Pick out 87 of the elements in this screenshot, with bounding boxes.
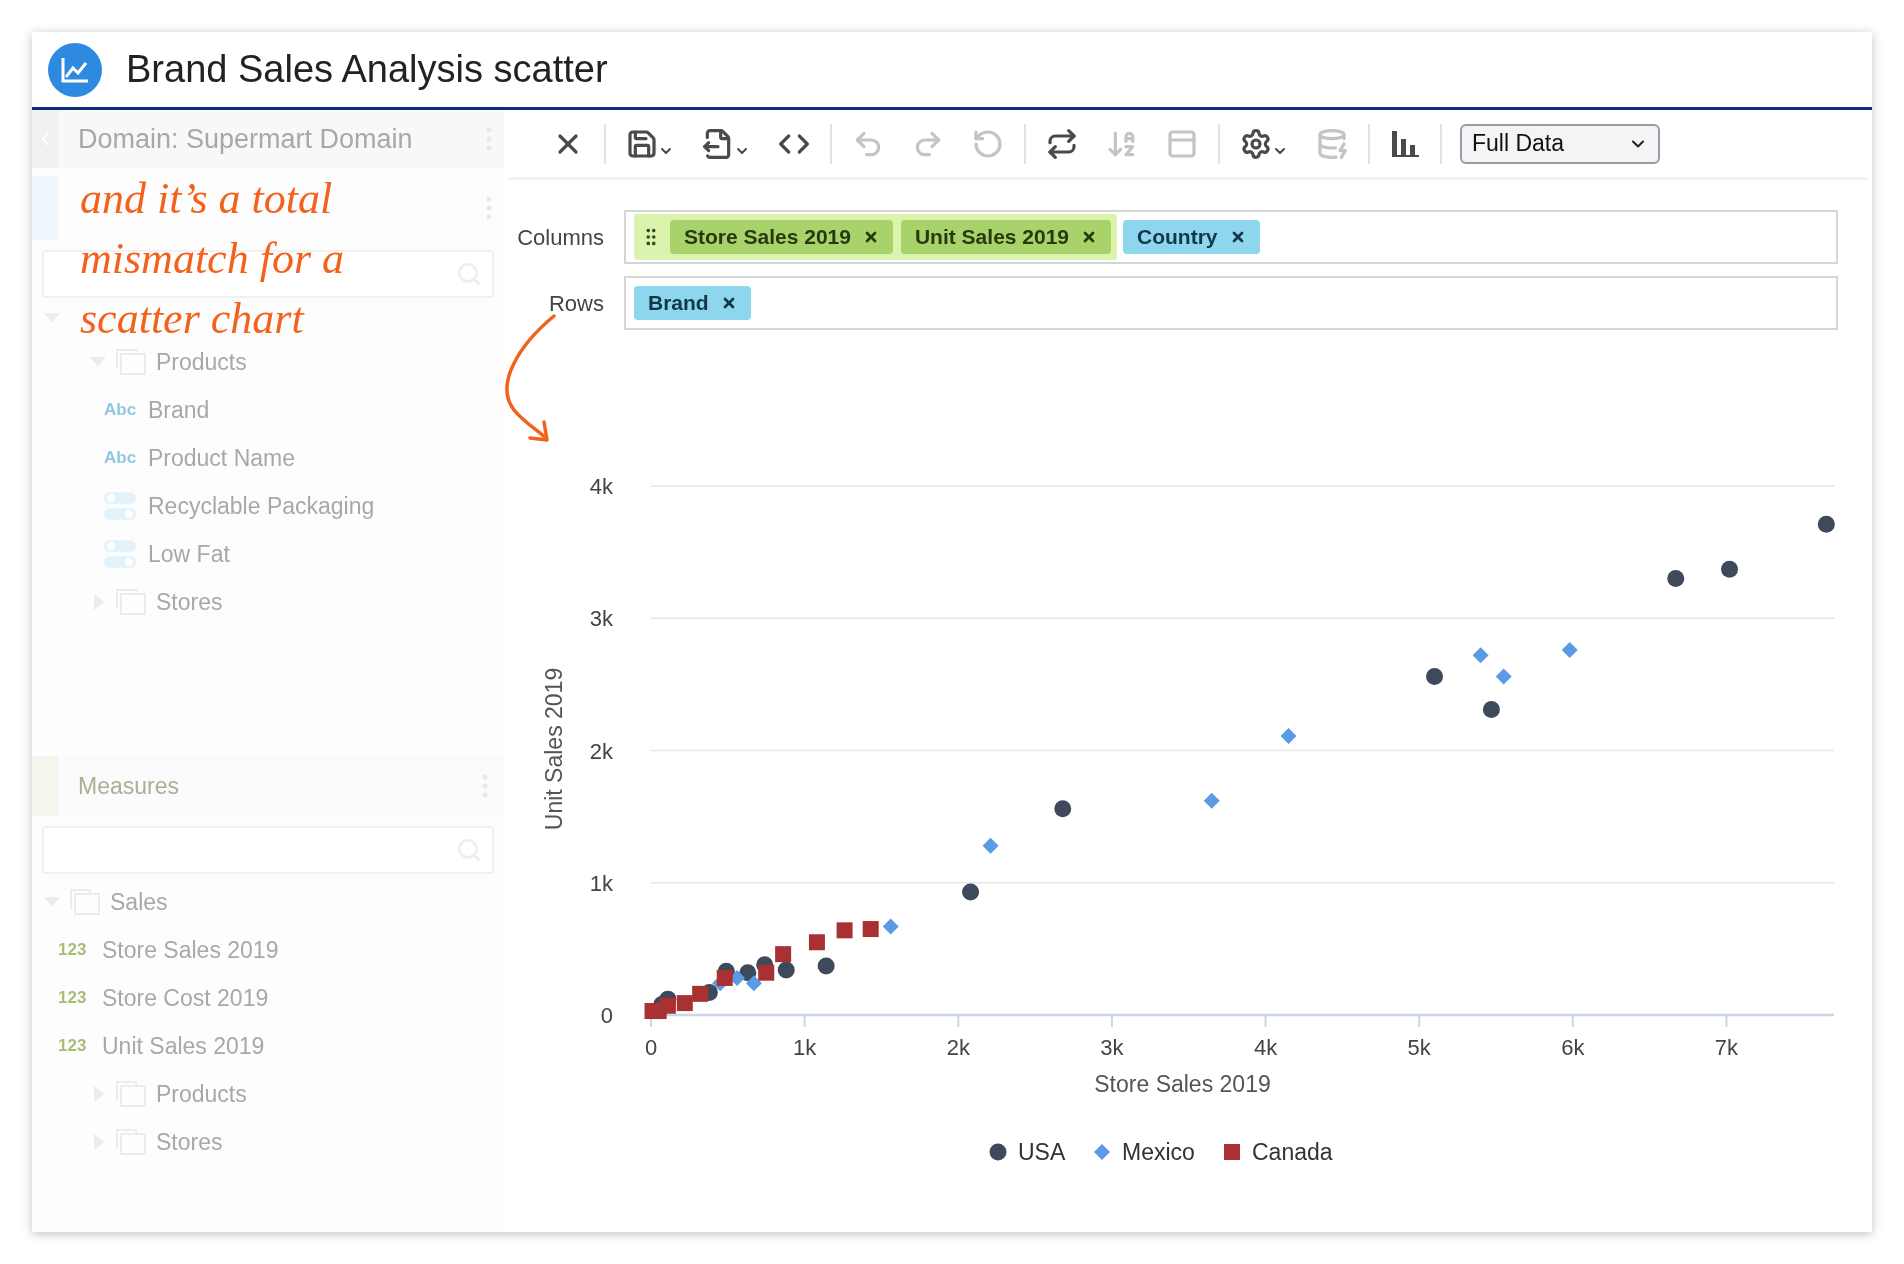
- tree-item[interactable]: Product Name: [148, 440, 295, 476]
- data-point: [692, 985, 709, 1002]
- x-tick-label: 2k: [946, 1035, 970, 1060]
- y-tick-label: 0: [600, 1003, 613, 1028]
- tree-item[interactable]: Store Cost 2019: [102, 980, 269, 1016]
- section-title: Measures: [78, 771, 180, 801]
- x-tick-label: 7k: [1714, 1035, 1739, 1060]
- type-label: 123: [58, 939, 88, 962]
- data-point: [777, 961, 795, 979]
- legend-label[interactable]: Canada: [1252, 1139, 1333, 1165]
- annotation-text: and it’s a total: [80, 176, 334, 222]
- field-chip[interactable]: Brand: [634, 286, 751, 320]
- tree-item[interactable]: Products: [156, 344, 247, 380]
- data-point: [1426, 667, 1444, 685]
- tree-item[interactable]: Stores: [156, 1124, 223, 1160]
- tree-item[interactable]: Recyclable Packaging: [148, 488, 375, 524]
- tree-item[interactable]: Products: [156, 1076, 247, 1112]
- data-point: [1667, 570, 1685, 588]
- y-tick-label: 3k: [589, 606, 613, 632]
- type-label: 123: [58, 1035, 88, 1058]
- data-point: [1472, 647, 1489, 664]
- type-label: 123: [58, 987, 88, 1010]
- data-point: [1561, 642, 1578, 658]
- shelf-drop-zone[interactable]: Brand: [624, 276, 1838, 330]
- shelf-drop-zone[interactable]: Store Sales 2019 Unit Sales 2019 Country: [624, 210, 1838, 264]
- data-point: [817, 957, 835, 975]
- data-point: [1482, 701, 1500, 718]
- field-chip[interactable]: Country: [1123, 220, 1260, 254]
- reset-icon: [972, 127, 1004, 160]
- line-chart-logo-icon: [48, 42, 102, 97]
- data-point: [1280, 727, 1297, 744]
- tree-item[interactable]: Low Fat: [148, 536, 230, 572]
- data-point: [962, 883, 980, 901]
- annotation-text: scatter chart: [80, 296, 306, 342]
- bar-chart-icon: [1390, 128, 1420, 159]
- x-axis-title: Store Sales 2019: [1094, 1071, 1271, 1097]
- tree-item[interactable]: Store Sales 2019: [102, 932, 279, 968]
- data-point: [676, 995, 693, 1012]
- data-point: [1495, 668, 1512, 685]
- tree-item[interactable]: Stores: [156, 584, 223, 620]
- toggle-icon: [104, 539, 136, 569]
- x-tick-label: 0: [644, 1035, 658, 1060]
- data-point: [982, 837, 999, 854]
- settings-icon: [1240, 127, 1272, 160]
- database-icon: [1316, 127, 1348, 160]
- data-point: [1721, 560, 1739, 578]
- annotation-text: mismatch for a: [80, 236, 344, 282]
- toggle-icon: [104, 491, 136, 521]
- x-tick-label: 1k: [793, 1035, 817, 1060]
- data-point: [808, 934, 825, 951]
- field-chip[interactable]: Unit Sales 2019: [900, 220, 1112, 254]
- y-axis-title: Unit Sales 2019: [541, 667, 567, 831]
- y-tick-label: 2k: [589, 738, 613, 764]
- collapse-sidebar-button[interactable]: [32, 110, 58, 168]
- x-tick-label: 3k: [1100, 1035, 1124, 1060]
- data-point: [745, 975, 762, 992]
- data-point: [1203, 792, 1220, 809]
- data-point: [1054, 800, 1072, 818]
- data-point: [775, 946, 792, 963]
- swap-icon: [1046, 127, 1078, 160]
- data-point: [862, 921, 879, 938]
- field-chip[interactable]: Store Sales 2019: [670, 220, 893, 254]
- y-tick-label: 4k: [589, 474, 613, 499]
- type-label: Abc: [104, 399, 138, 422]
- data-mode-select[interactable]: Full Data: [1460, 123, 1660, 164]
- panel-icon: [1166, 127, 1198, 160]
- tree-item[interactable]: Unit Sales 2019: [102, 1028, 265, 1064]
- x-tick-label: 6k: [1561, 1035, 1585, 1060]
- shelf-label: Rows: [548, 289, 605, 318]
- legend-label[interactable]: Mexico: [1122, 1139, 1195, 1165]
- x-tick-label: 5k: [1407, 1035, 1431, 1060]
- data-point: [836, 922, 853, 939]
- y-tick-label: 1k: [589, 870, 613, 896]
- data-point: [882, 918, 899, 935]
- legend-label[interactable]: USA: [1018, 1139, 1066, 1165]
- shelf-label: Columns: [516, 223, 605, 252]
- domain-title: Domain: Supermart Domain: [78, 122, 414, 156]
- measure-group[interactable]: Store Sales 2019 Unit Sales 2019: [634, 214, 1118, 260]
- data-point: [644, 1003, 661, 1020]
- x-tick-label: 4k: [1253, 1035, 1278, 1060]
- tree-item[interactable]: Sales: [110, 884, 168, 920]
- measures-tab[interactable]: [32, 756, 58, 816]
- window-title: Brand Sales Analysis scatter: [126, 47, 608, 92]
- data-point: [1817, 515, 1835, 533]
- type-label: Abc: [104, 447, 138, 470]
- tree-item[interactable]: Brand: [148, 392, 210, 428]
- fields-tab[interactable]: [32, 176, 58, 240]
